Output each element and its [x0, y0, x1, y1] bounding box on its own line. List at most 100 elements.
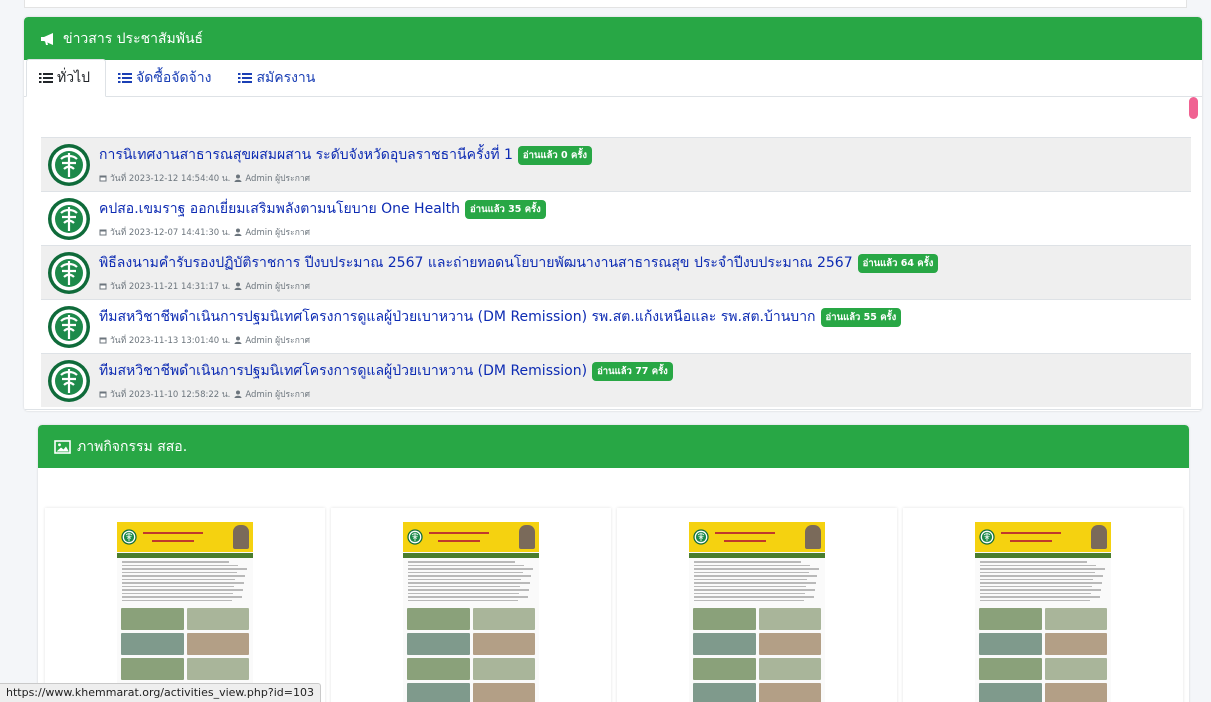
list-icon [238, 72, 253, 83]
news-title-row: การนิเทศงานสาธารณสุขผสมผสาน ระดับจังหวัด… [99, 144, 593, 166]
image-icon [54, 439, 71, 454]
activity-poster-image[interactable] [403, 522, 539, 702]
moph-logo-icon [48, 251, 90, 294]
read-count-badge: อ่านแล้ว 64 ครั้ง [857, 253, 939, 273]
activity-thumbnail[interactable] [331, 508, 611, 702]
news-body: การนิเทศงานสาธารณสุขผสมผสาน ระดับจังหวัด… [99, 144, 593, 185]
list-icon [118, 72, 133, 83]
tab-1[interactable]: จัดซื้อจัดจ้าง [106, 59, 226, 96]
news-card: ข่าวสาร ประชาสัมพันธ์ ทั่วไป จัดซื้อจัดจ้… [24, 17, 1202, 411]
news-list: การนิเทศงานสาธารณสุขผสมผสาน ระดับจังหวัด… [41, 137, 1191, 407]
news-author: Admin ผู้ประกาศ [245, 228, 311, 238]
poster-photo-grid [403, 606, 539, 702]
news-scroll-area[interactable]: การนิเทศงานสาธารณสุขผสมผสาน ระดับจังหวัด… [24, 97, 1202, 410]
scrollbar-thumb[interactable] [1189, 97, 1198, 119]
tab-label: จัดซื้อจัดจ้าง [136, 69, 212, 86]
activity-poster-image[interactable] [689, 522, 825, 702]
activities-card: ภาพกิจกรรม สสอ. [38, 425, 1189, 702]
read-count-badge: อ่านแล้ว 35 ครั้ง [465, 199, 546, 219]
poster-text-block [975, 558, 1111, 606]
bullhorn-icon [41, 32, 53, 45]
news-meta: วันที่ 2023-11-10 12:58:22 น. Admin ผู้ปร… [99, 387, 673, 401]
news-body: ทีมสหวิชาชีพดำเนินการปฐมนิเทศโครงการดูแล… [99, 360, 673, 401]
poster-text-block [689, 558, 825, 606]
moph-logo-icon [48, 305, 90, 348]
news-title-row: ทีมสหวิชาชีพดำเนินการปฐมนิเทศโครงการดูแล… [99, 306, 902, 328]
news-item: พิธีลงนามคำรับรองปฏิบัติราชการ ปีงบประมา… [41, 245, 1191, 299]
news-body: พิธีลงนามคำรับรองปฏิบัติราชการ ปีงบประมา… [99, 252, 939, 293]
news-author: Admin ผู้ประกาศ [245, 282, 311, 292]
scrollbar[interactable] [1189, 97, 1198, 409]
activity-poster-image[interactable] [117, 522, 253, 702]
news-author: Admin ผู้ประกาศ [245, 174, 311, 184]
poster-header [117, 522, 253, 552]
news-title-row: ทีมสหวิชาชีพดำเนินการปฐมนิเทศโครงการดูแล… [99, 360, 673, 382]
poster-person-photo [1091, 525, 1107, 549]
activities-card-header: ภาพกิจกรรม สสอ. [38, 425, 1189, 468]
news-header-title: ข่าวสาร ประชาสัมพันธ์ [63, 30, 204, 47]
poster-person-photo [233, 525, 249, 549]
user-icon [234, 174, 242, 182]
news-title-link[interactable]: ทีมสหวิชาชีพดำเนินการปฐมนิเทศโครงการดูแล… [99, 360, 587, 382]
activity-thumbnail[interactable] [617, 508, 897, 702]
news-title-link[interactable]: การนิเทศงานสาธารณสุขผสมผสาน ระดับจังหวัด… [99, 144, 513, 166]
calendar-icon [99, 175, 107, 182]
news-author: Admin ผู้ประกาศ [245, 336, 311, 346]
poster-header-graphic [429, 532, 489, 542]
news-item: ทีมสหวิชาชีพดำเนินการปฐมนิเทศโครงการดูแล… [41, 353, 1191, 407]
read-count-badge: อ่านแล้ว 77 ครั้ง [592, 361, 673, 381]
activities-header-title: ภาพกิจกรรม สสอ. [77, 438, 188, 455]
tab-label: ทั่วไป [57, 70, 91, 86]
news-title-link[interactable]: พิธีลงนามคำรับรองปฏิบัติราชการ ปีงบประมา… [99, 252, 853, 274]
news-date: วันที่ 2023-12-07 14:41:30 น. [110, 228, 231, 238]
news-title-row: คปสอ.เขมราฐ ออกเยี่ยมเสริมพลังตามนโยบาย … [99, 198, 546, 220]
poster-text-block [117, 558, 253, 606]
tab-2[interactable]: สมัครงาน [226, 59, 330, 96]
news-meta: วันที่ 2023-12-07 14:41:30 น. Admin ผู้ปร… [99, 225, 546, 239]
news-body: คปสอ.เขมราฐ ออกเยี่ยมเสริมพลังตามนโยบาย … [99, 198, 546, 239]
moph-logo-icon [407, 529, 423, 545]
news-item: การนิเทศงานสาธารณสุขผสมผสาน ระดับจังหวัด… [41, 137, 1191, 191]
news-author: Admin ผู้ประกาศ [245, 390, 311, 400]
user-icon [234, 228, 242, 236]
browser-status-url: https://www.khemmarat.org/activities_vie… [0, 683, 321, 702]
tab-0[interactable]: ทั่วไป [26, 59, 107, 97]
user-icon [234, 282, 242, 290]
news-tabs: ทั่วไป จัดซื้อจัดจ้าง สมัครงาน [24, 59, 1202, 97]
activity-thumbnail[interactable] [45, 508, 325, 702]
poster-header-graphic [143, 532, 203, 542]
calendar-icon [99, 391, 107, 398]
user-icon [234, 390, 242, 398]
poster-photo-grid [689, 606, 825, 702]
activity-thumbnail[interactable] [903, 508, 1183, 702]
activity-poster-image[interactable] [975, 522, 1111, 702]
poster-header [403, 522, 539, 552]
news-date: วันที่ 2023-11-21 14:31:17 น. [110, 282, 231, 292]
list-icon [39, 73, 53, 83]
news-title-link[interactable]: ทีมสหวิชาชีพดำเนินการปฐมนิเทศโครงการดูแล… [99, 306, 816, 328]
news-title-link[interactable]: คปสอ.เขมราฐ ออกเยี่ยมเสริมพลังตามนโยบาย … [99, 198, 460, 220]
read-count-badge: อ่านแล้ว 0 ครั้ง [517, 145, 593, 165]
poster-text-block [403, 558, 539, 606]
calendar-icon [99, 337, 107, 344]
news-meta: วันที่ 2023-11-13 13:01:40 น. Admin ผู้ปร… [99, 333, 901, 347]
news-meta: วันที่ 2023-12-12 14:54:40 น. Admin ผู้ปร… [99, 171, 592, 185]
moph-logo-icon [693, 529, 709, 545]
news-item: คปสอ.เขมราฐ ออกเยี่ยมเสริมพลังตามนโยบาย … [41, 191, 1191, 245]
poster-header-graphic [715, 532, 775, 542]
tab-label: สมัครงาน [256, 69, 316, 86]
news-meta: วันที่ 2023-11-21 14:31:17 น. Admin ผู้ปร… [99, 279, 938, 293]
poster-person-photo [519, 525, 535, 549]
user-icon [234, 336, 242, 344]
poster-header-graphic [1001, 532, 1061, 542]
news-item: ทีมสหวิชาชีพดำเนินการปฐมนิเทศโครงการดูแล… [41, 299, 1191, 353]
calendar-icon [99, 283, 107, 290]
news-date: วันที่ 2023-11-13 13:01:40 น. [110, 336, 231, 346]
moph-logo-icon [48, 197, 90, 240]
read-count-badge: อ่านแล้ว 55 ครั้ง [820, 307, 902, 327]
news-date: วันที่ 2023-12-12 14:54:40 น. [110, 174, 231, 184]
calendar-icon [99, 229, 107, 236]
moph-logo-icon [121, 529, 137, 545]
poster-header [689, 522, 825, 552]
poster-header [975, 522, 1111, 552]
